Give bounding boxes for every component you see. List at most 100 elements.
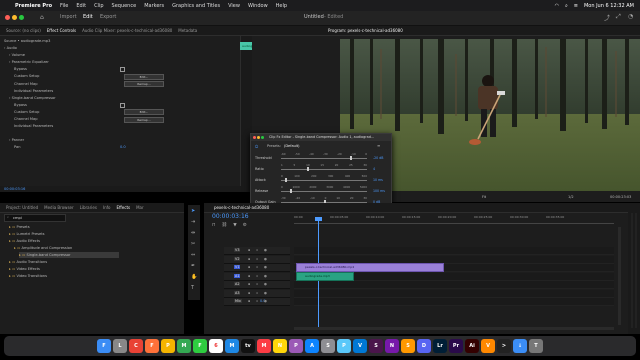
wrench-icon[interactable]: ⚙: [243, 223, 247, 228]
hand-tool-icon[interactable]: ✋: [191, 274, 197, 280]
eye-icon[interactable]: ●: [264, 248, 267, 252]
selection-tool-icon[interactable]: ➤: [191, 208, 195, 214]
tab-edit[interactable]: Edit: [83, 14, 93, 20]
parameter-value[interactable]: 100 ms: [373, 189, 385, 193]
effect-property-value[interactable]: 0.0: [120, 145, 126, 149]
photos-icon[interactable]: P: [161, 339, 175, 353]
effect-property-row[interactable]: › Parametric Equalizer: [9, 59, 49, 65]
track-lane[interactable]: [294, 298, 614, 306]
podcasts-icon[interactable]: P: [289, 339, 303, 353]
sync-icon[interactable]: ▫: [256, 265, 258, 269]
parameter-slider-knob[interactable]: [285, 178, 288, 182]
track-label[interactable]: V3: [234, 248, 241, 252]
effect-property-row[interactable]: › Panner: [9, 137, 24, 143]
playhead-handle[interactable]: [315, 217, 322, 221]
eye-icon[interactable]: ●: [264, 299, 267, 303]
parameter-slider[interactable]: [281, 180, 367, 181]
parameter-value[interactable]: 4: [373, 167, 375, 171]
clip-fx-titlebar[interactable]: Clip Fx Editor - Single-band Compressor:…: [251, 134, 391, 141]
facetime-icon[interactable]: F: [193, 339, 207, 353]
home-icon[interactable]: ⌂: [40, 14, 44, 21]
track-label[interactable]: Mix: [234, 299, 242, 303]
program-resolution-select[interactable]: 1/2: [568, 195, 574, 199]
effects-tree-item[interactable]: ▸ ▭ Audio Effects: [9, 238, 40, 244]
track-header[interactable]: Mix 0.0 ▪ ▫ ●: [224, 298, 290, 306]
parameter-slider[interactable]: [281, 191, 367, 192]
timeline-timecode[interactable]: 00:00:03:16: [212, 213, 249, 220]
project-tab[interactable]: Project: Untitled: [6, 205, 38, 210]
track-header[interactable]: A2 ▪ ▫ ●: [224, 281, 290, 289]
sublime-icon[interactable]: S: [401, 339, 415, 353]
effect-property-button[interactable]: Edit...: [124, 73, 164, 80]
effect-property-button[interactable]: Remap...: [124, 116, 164, 123]
illustrator-icon[interactable]: Ai: [465, 339, 479, 353]
effects-search-input[interactable]: ⌕ cmpi: [4, 214, 66, 222]
track-header[interactable]: V3 ▪ ▫ ●: [224, 247, 290, 255]
tab-metadata[interactable]: Metadata: [178, 28, 197, 33]
onenote-icon[interactable]: N: [385, 339, 399, 353]
notes-icon[interactable]: N: [273, 339, 287, 353]
project-tab[interactable]: Mar: [136, 205, 144, 210]
zoom-window-button[interactable]: [19, 15, 24, 20]
menu-app-name[interactable]: Premiere Pro: [15, 3, 52, 9]
effect-property-row[interactable]: Bypass: [14, 102, 27, 108]
timeline-horizontal-scrollbar[interactable]: [294, 327, 614, 330]
tab-import[interactable]: Import: [60, 14, 77, 20]
timeline-sequence-tab[interactable]: pexels-c-technical-ad36080: [214, 205, 269, 210]
effect-property-row[interactable]: Custom Setup: [14, 73, 39, 79]
tab-effect-controls[interactable]: Effect Controls: [47, 28, 76, 33]
effect-property-button[interactable]: Edit...: [124, 109, 164, 116]
track-lane[interactable]: [294, 247, 614, 255]
video-clip[interactable]: pexels-c-technical-ad36080.mp4: [296, 263, 444, 272]
parameter-slider[interactable]: [281, 169, 367, 170]
lock-icon[interactable]: ▪: [248, 291, 250, 295]
parameter-value[interactable]: -20 dB: [373, 156, 383, 160]
mail-icon[interactable]: M: [225, 339, 239, 353]
maps-icon[interactable]: M: [177, 339, 191, 353]
terminal-icon[interactable]: >: [497, 339, 511, 353]
track-select-tool-icon[interactable]: ⇥: [191, 219, 195, 225]
project-tab[interactable]: Libraries: [80, 205, 97, 210]
parameter-slider-knob[interactable]: [289, 189, 292, 193]
discord-icon[interactable]: D: [417, 339, 431, 353]
audio-clip[interactable]: audiograde.mp3: [296, 272, 354, 281]
presets-select[interactable]: (Default): [284, 144, 300, 148]
snap-icon[interactable]: ⊓: [212, 223, 216, 228]
track-header[interactable]: V2 ▪ ▫ ●: [224, 255, 290, 264]
calendar-icon[interactable]: 6: [209, 339, 223, 353]
chrome-icon[interactable]: C: [129, 339, 143, 353]
program-fit-select[interactable]: Fit: [482, 195, 486, 199]
menu-graphics[interactable]: Graphics and Titles: [172, 3, 220, 9]
bypass-checkbox[interactable]: [120, 67, 125, 73]
power-icon[interactable]: ⏻: [255, 144, 258, 149]
menu-help[interactable]: Help: [276, 3, 287, 9]
effects-tree-item[interactable]: ▸ ▭ Amplitude and Compression: [14, 245, 72, 251]
parameter-slider[interactable]: [281, 158, 367, 159]
effects-tree-item[interactable]: ▸ ▭ Single-band Compressor: [19, 252, 119, 258]
close-window-button[interactable]: [5, 15, 10, 20]
razor-tool-icon[interactable]: ✂: [191, 241, 195, 247]
effect-property-button[interactable]: Remap...: [124, 81, 164, 87]
lock-icon[interactable]: ▪: [248, 299, 250, 303]
slack-icon[interactable]: S: [369, 339, 383, 353]
notification-icon[interactable]: ◔: [628, 13, 633, 20]
track-header[interactable]: A1 ▪ ▫ ●: [224, 272, 290, 281]
tab-source[interactable]: Source: (no clips): [6, 28, 41, 33]
eye-icon[interactable]: ●: [264, 291, 267, 295]
effects-tree-item[interactable]: ▸ ▭ Lumetri Presets: [9, 231, 45, 237]
vscode-icon[interactable]: V: [353, 339, 367, 353]
parameter-value[interactable]: 10 ms: [373, 178, 383, 182]
track-label[interactable]: A2: [234, 282, 241, 286]
track-lane[interactable]: [294, 281, 614, 289]
menubar-clock[interactable]: Mon Jun 6 12:32 AM: [584, 3, 634, 9]
quick-export-icon[interactable]: ⤴: [604, 13, 610, 22]
tab-export[interactable]: Export: [100, 14, 116, 20]
effect-property-row[interactable]: Individual Parameters: [14, 88, 53, 94]
effects-tree-item[interactable]: ▸ ▭ Video Effects: [9, 266, 40, 272]
ripple-edit-tool-icon[interactable]: ⇹: [191, 230, 195, 236]
track-label[interactable]: V2: [234, 256, 241, 261]
pen-tool-icon[interactable]: ✒: [191, 263, 195, 269]
presets-menu-icon[interactable]: ≡: [377, 143, 380, 148]
menu-sequence[interactable]: Sequence: [112, 3, 137, 9]
menu-clip[interactable]: Clip: [94, 3, 103, 9]
